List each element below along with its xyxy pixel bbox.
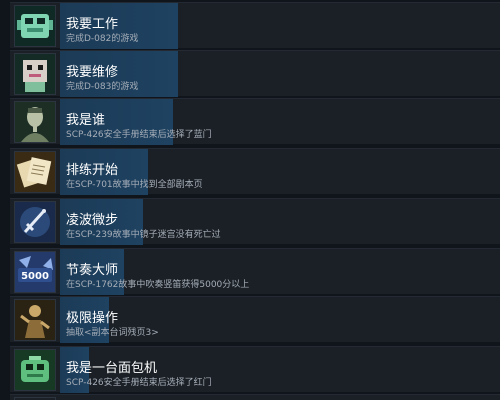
achievement-title: 凌波微步	[66, 213, 119, 228]
pink-robot-icon	[14, 53, 56, 95]
achievement-title: 极限操作	[66, 311, 119, 326]
achievement-description: 在SCP-701故事中找到全部剧本页	[66, 180, 203, 190]
achievement-row[interactable]: 极限操作 抽取<副本台词残页3>	[10, 296, 500, 343]
man-portrait-icon	[14, 101, 56, 143]
green-robot-icon	[14, 5, 56, 47]
fighter-icon	[14, 299, 56, 341]
toaster-icon	[14, 349, 56, 391]
achievement-description: 在SCP-239故事中镜子迷宫没有死亡过	[66, 230, 221, 240]
achievement-title: 我要工作	[66, 17, 119, 32]
achievement-description: 抽取<副本台词残页3>	[66, 328, 159, 338]
achievement-title: 我是谁	[66, 113, 106, 128]
achievement-title: 节奏大师	[66, 263, 119, 278]
achievement-row[interactable]	[10, 394, 500, 400]
achievement-row[interactable]: 我要工作 完成D-082的游戏	[10, 2, 500, 49]
achievement-description: 完成D-083的游戏	[66, 82, 139, 92]
achievement-title: 我是一台面包机	[66, 361, 158, 376]
achievement-description: SCP-426安全手册结束后选择了蓝门	[66, 130, 212, 140]
achievement-row[interactable]: 我是一台面包机 SCP-426安全手册结束后选择了红门	[10, 346, 500, 393]
svg-text:5000: 5000	[21, 271, 49, 282]
achievement-row[interactable]: 5000 节奏大师 在SCP-1762故事中吹奏竖笛获得5000分以上	[10, 248, 500, 295]
achievement-title: 排练开始	[66, 163, 119, 178]
achievement-row[interactable]: 排练开始 在SCP-701故事中找到全部剧本页	[10, 148, 500, 195]
score-5000-icon: 5000	[14, 251, 56, 293]
achievement-list: 我要工作 完成D-082的游戏 我要维修 完成D-083的游戏 我是谁 SCP-…	[0, 0, 500, 400]
sword-icon	[14, 201, 56, 243]
achievement-description: SCP-426安全手册结束后选择了红门	[66, 378, 212, 388]
achievement-row[interactable]: 我是谁 SCP-426安全手册结束后选择了蓝门	[10, 98, 500, 145]
achievement-row[interactable]: 我要维修 完成D-083的游戏	[10, 50, 500, 97]
achievement-description: 在SCP-1762故事中吹奏竖笛获得5000分以上	[66, 280, 250, 290]
script-pages-icon	[14, 151, 56, 193]
achievement-row[interactable]: 凌波微步 在SCP-239故事中镜子迷宫没有死亡过	[10, 198, 500, 245]
achievement-description: 完成D-082的游戏	[66, 34, 139, 44]
achievement-title: 我要维修	[66, 65, 119, 80]
